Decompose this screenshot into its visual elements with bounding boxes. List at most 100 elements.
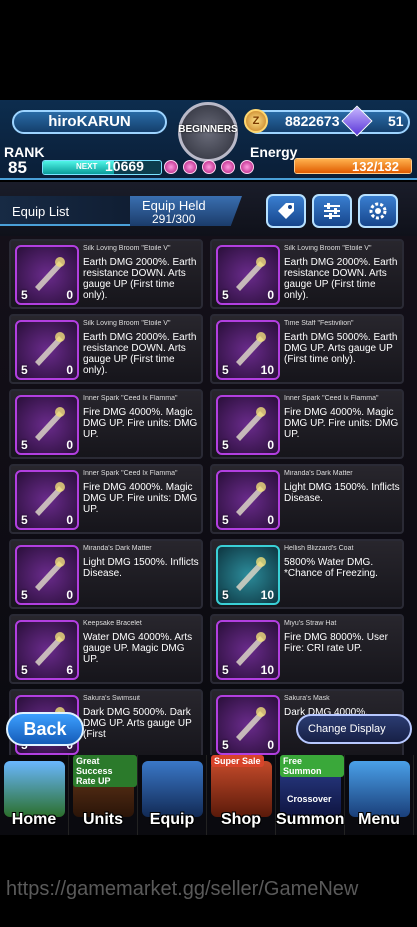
bottom-nav: Home Great Success Rate UP Units Equip Super… (0, 755, 417, 835)
rarity-stars: 5 (222, 588, 229, 602)
rarity-stars: 5 (21, 288, 28, 302)
gold-value: 8822673 (285, 113, 340, 129)
tag-button[interactable] (266, 194, 306, 228)
equipment-thumbnail: 50 (216, 470, 280, 530)
equipment-level: 0 (66, 513, 73, 527)
nav-shop-icon (211, 761, 272, 817)
equipment-level: 10 (260, 663, 274, 677)
nav-badge: Free Summon (280, 755, 344, 777)
filter-icon (324, 203, 340, 219)
change-display-button[interactable]: Change Display (296, 714, 412, 744)
filter-button[interactable] (312, 194, 352, 228)
equipment-thumbnail: 5 10 (216, 545, 280, 605)
rarity-stars: 5 (222, 738, 229, 752)
equipment-description: Earth DMG 2000%. Earth resistance DOWN. … (284, 257, 398, 301)
rarity-stars: 5 (222, 513, 229, 527)
rarity-stars: 5 (222, 288, 229, 302)
equipment-level: 0 (267, 513, 274, 527)
settings-button[interactable] (358, 194, 398, 228)
equipment-card[interactable]: 5 0 Silk Loving Broom "Etoile V" Earth DMG … (210, 239, 404, 309)
equipment-card[interactable]: 5 0 Miranda's Dark Matter Light DMG 1500%. … (210, 464, 404, 534)
equipment-card[interactable]: 5 10 Miyu's Straw Hat Fire DMG 8000%. User … (210, 614, 404, 684)
equipment-icon (35, 332, 65, 366)
equipment-thumbnail: 50 (15, 470, 79, 530)
equip-list-label: Equip List (12, 204, 70, 219)
nav-label: Equip (149, 811, 195, 828)
equipment-name: Silk Loving Broom "Etoile V" (83, 320, 171, 327)
nav-label: Units (83, 811, 123, 828)
equipment-thumbnail: 50 (216, 695, 280, 755)
equipment-card[interactable]: 5 0 Inner Spark "Ceed Ix Flamma" Fire DMG 4… (9, 464, 203, 534)
rarity-stars: 5 (21, 513, 28, 527)
nav-menu[interactable]: Menu (345, 755, 414, 835)
equipment-thumbnail: 50 (216, 395, 280, 455)
equipment-thumbnail: 5 10 (216, 620, 280, 680)
equipment-card[interactable]: 5 0 Inner Spark "Ceed Ix Flamma" Fire DMG 4… (9, 389, 203, 459)
orb-icon (221, 160, 235, 174)
nav-units[interactable]: Great Success Rate UP Units (69, 755, 138, 835)
gear-icon (369, 202, 387, 220)
equipment-card[interactable]: 5 0 Inner Spark "Ceed Ix Flamma" Fire DMG 4… (210, 389, 404, 459)
nav-equip-icon (142, 761, 203, 817)
equipment-name: Inner Spark "Ceed Ix Flamma" (284, 395, 379, 402)
watermark-text: https://gamemarket.gg/seller/GameNew (6, 878, 359, 900)
equipment-card[interactable]: 5 10 Time Staff "Festivilion" Earth DMG 500… (210, 314, 404, 384)
equipment-icon (35, 257, 65, 291)
equipment-description: Earth DMG 2000%. Earth resistance DOWN. … (83, 257, 197, 301)
rarity-stars: 5 (21, 363, 28, 377)
equipment-level: 0 (66, 288, 73, 302)
equipment-description: 5800% Water DMG. *Chance of Freezing. (284, 557, 378, 579)
equipment-name: Time Staff "Festivilion" (284, 320, 354, 327)
equipment-description: Earth DMG 5000%. Earth DMG UP. Arts gaug… (284, 332, 398, 365)
exp-bar (42, 160, 162, 175)
equipment-icon (236, 257, 266, 291)
equipment-name: Sakura's Swimsuit (83, 695, 140, 702)
equipment-icon (236, 332, 266, 366)
equipment-thumbnail: 56 (15, 620, 79, 680)
equipment-grid: 5 0 Silk Loving Broom "Etoile V" Earth DMG … (0, 236, 417, 756)
nav-shop[interactable]: Super Sale Shop (207, 755, 276, 835)
equip-subheader: Equip List Equip Held 291/300 (0, 182, 417, 236)
equipment-card[interactable]: 5 10 Hellish Blizzard's Coat 5800% Water DM… (210, 539, 404, 609)
player-name[interactable]: hiroKARUN (12, 110, 167, 134)
equipment-icon (35, 557, 65, 591)
equipment-level: 0 (66, 438, 73, 452)
tag-icon (278, 203, 294, 219)
gem-value: 51 (388, 113, 404, 129)
crossover-badge: Crossover (287, 794, 332, 804)
equipment-description: Fire DMG 4000%. Magic DMG UP. Fire units… (83, 407, 198, 440)
next-value: 10669 (105, 158, 144, 174)
orb-icon (164, 160, 178, 174)
equipment-icon (236, 557, 266, 591)
equipment-name: Miranda's Dark Matter (83, 545, 152, 552)
equipment-name: Miyu's Straw Hat (284, 620, 337, 627)
equipment-card[interactable]: 5 0 Silk Loving Broom "Etoile V" Earth DMG … (9, 314, 203, 384)
equipment-description: Light DMG 1500%. Inflicts Disease. (284, 482, 400, 504)
equipment-icon (236, 707, 266, 741)
back-button[interactable]: Back (6, 712, 84, 746)
next-label: NEXT (76, 162, 98, 171)
equipment-level: 10 (260, 588, 274, 602)
equipment-card[interactable]: 5 0 Miranda's Dark Matter Light DMG 1500%. … (9, 539, 203, 609)
equipment-card[interactable]: 5 0 Silk Loving Broom "Etoile V" Earth DMG … (9, 239, 203, 309)
equipment-name: Silk Loving Broom "Etoile V" (83, 245, 171, 252)
equipment-description: Earth DMG 2000%. Earth resistance DOWN. … (83, 332, 197, 376)
nav-equip[interactable]: Equip (138, 755, 207, 835)
equipment-level: 0 (267, 288, 274, 302)
nav-summon[interactable]: Free Summon Crossover Summon (276, 755, 345, 835)
rarity-stars: 5 (222, 663, 229, 677)
equipment-icon (236, 407, 266, 441)
equipment-level: 10 (260, 363, 274, 377)
emblem-label: BEGINNERS (178, 124, 238, 135)
equipment-card[interactable]: 5 6 Keepsake Bracelet Water DMG 4000%. Arts… (9, 614, 203, 684)
nav-home[interactable]: Home (0, 755, 69, 835)
equipment-thumbnail: 50 (15, 545, 79, 605)
energy-label: Energy (250, 144, 298, 160)
nav-label: Shop (221, 811, 261, 828)
equipment-description: Fire DMG 4000%. Magic DMG UP. Fire units… (83, 482, 198, 515)
equipment-name: Keepsake Bracelet (83, 620, 142, 627)
equipment-name: Hellish Blizzard's Coat (284, 545, 354, 552)
equipment-name: Inner Spark "Ceed Ix Flamma" (83, 395, 178, 402)
nav-label: Summon (276, 811, 345, 828)
status-area (0, 0, 417, 100)
